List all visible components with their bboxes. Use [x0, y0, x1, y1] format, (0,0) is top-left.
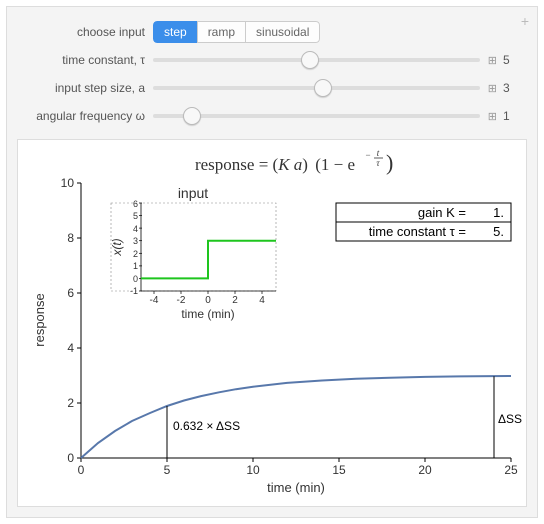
svg-text:0: 0: [78, 463, 85, 477]
svg-text:0: 0: [133, 274, 138, 284]
ss-marker-label: ΔSS: [498, 412, 522, 426]
svg-text:10: 10: [61, 176, 75, 190]
svg-text:6: 6: [67, 286, 74, 300]
svg-text:20: 20: [418, 463, 432, 477]
svg-text:1: 1: [133, 261, 138, 271]
svg-text:2: 2: [133, 249, 138, 259]
main-xlabel: time (min): [267, 480, 325, 495]
svg-text:3: 3: [133, 236, 138, 246]
svg-text:x(t): x(t): [110, 238, 124, 256]
input-type-buttons: step ramp sinusoidal: [153, 21, 320, 43]
svg-text:15: 15: [332, 463, 346, 477]
svg-text:input: input: [178, 185, 208, 201]
svg-text:4: 4: [67, 341, 74, 355]
svg-text:−: −: [365, 150, 370, 160]
svg-text:1.: 1.: [493, 205, 504, 220]
svg-text:0: 0: [205, 295, 211, 306]
sinusoidal-button[interactable]: sinusoidal: [245, 21, 320, 43]
w-value: 1: [503, 109, 527, 123]
svg-text:5: 5: [133, 211, 138, 221]
svg-text:8: 8: [67, 231, 74, 245]
row-a: input step size, a ⊞ 3: [17, 77, 527, 99]
svg-text:25: 25: [504, 463, 518, 477]
a-label: input step size, a: [17, 81, 153, 95]
a-slider-expand-icon[interactable]: ⊞: [488, 82, 497, 95]
expand-icon[interactable]: +: [521, 13, 529, 29]
svg-text:response = (K a) (1: response = (K a) (1 − e: [195, 155, 355, 174]
params-box: gain K = 1. time constant τ = 5.: [336, 203, 511, 241]
svg-text:5: 5: [164, 463, 171, 477]
step-button[interactable]: step: [153, 21, 198, 43]
main-chart: response = (K a) (1 − e − t τ ): [26, 148, 524, 498]
row-choose-input: choose input step ramp sinusoidal: [17, 21, 527, 43]
w-slider-expand-icon[interactable]: ⊞: [488, 110, 497, 123]
svg-text:): ): [386, 150, 393, 175]
svg-text:2: 2: [67, 396, 74, 410]
svg-text:t: t: [377, 148, 380, 158]
inset-plot: input -4 -2 0 2 4: [110, 185, 276, 321]
tau-slider-expand-icon[interactable]: ⊞: [488, 54, 497, 67]
row-w: angular frequency ω ⊞ 1: [17, 105, 527, 127]
svg-text:τ: τ: [376, 158, 380, 168]
tau-marker-label: 0.632 × ΔSS: [173, 419, 240, 433]
main-ylabel: response: [32, 293, 47, 346]
svg-text:4: 4: [259, 295, 265, 306]
svg-text:time constant τ =: time constant τ =: [369, 224, 466, 239]
choose-input-label: choose input: [17, 25, 153, 39]
svg-text:0: 0: [67, 451, 74, 465]
svg-text:-2: -2: [177, 295, 186, 306]
a-slider[interactable]: [153, 86, 480, 90]
response-curve: [81, 376, 511, 458]
a-value: 3: [503, 81, 527, 95]
svg-text:gain K =: gain K =: [418, 205, 466, 220]
svg-text:5.: 5.: [493, 224, 504, 239]
tau-label: time constant, τ: [17, 53, 153, 67]
svg-text:10: 10: [246, 463, 260, 477]
controls-panel: + choose input step ramp sinusoidal time…: [6, 6, 538, 518]
tau-value: 5: [503, 53, 527, 67]
w-slider[interactable]: [153, 114, 480, 118]
w-label: angular frequency ω: [17, 109, 153, 123]
tau-slider[interactable]: [153, 58, 480, 62]
svg-text:-1: -1: [130, 286, 138, 296]
ramp-button[interactable]: ramp: [197, 21, 246, 43]
svg-text:2: 2: [232, 295, 238, 306]
svg-text:6: 6: [133, 199, 138, 209]
svg-text:4: 4: [133, 224, 138, 234]
svg-text:time (min): time (min): [181, 307, 234, 321]
chart-area: response = (K a) (1 − e − t τ ): [17, 139, 527, 507]
svg-text:-4: -4: [150, 295, 159, 306]
equation-title: response = (K a) (1 − e − t τ ): [195, 148, 393, 175]
row-tau: time constant, τ ⊞ 5: [17, 49, 527, 71]
